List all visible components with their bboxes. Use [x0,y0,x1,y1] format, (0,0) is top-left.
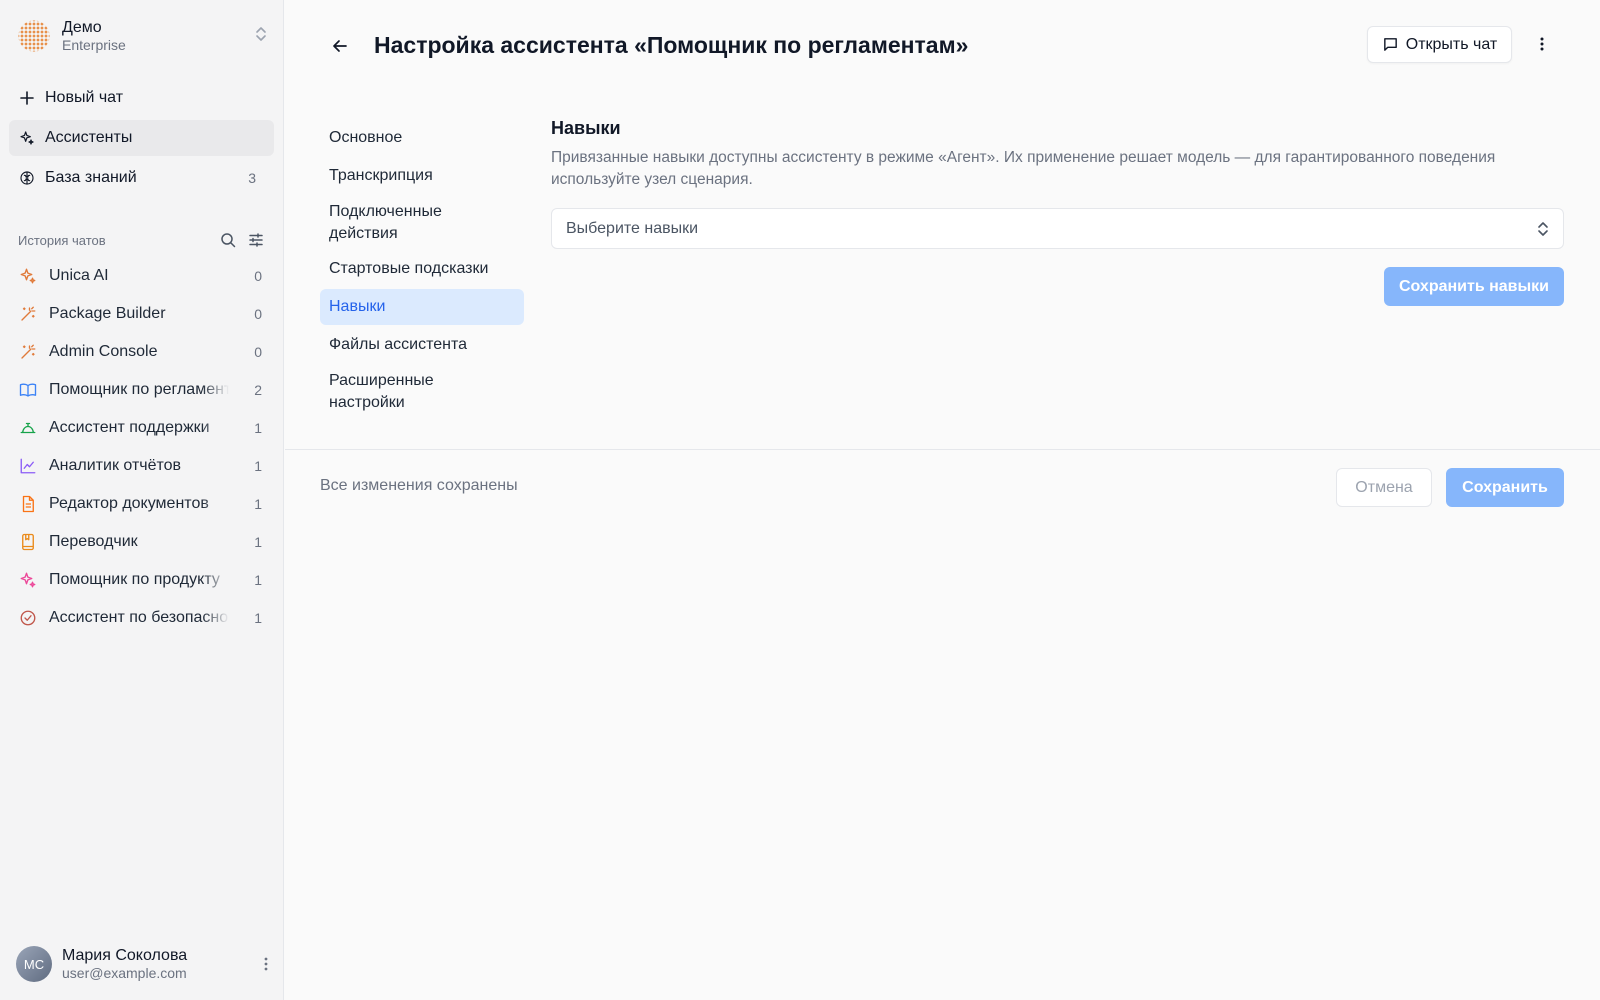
new-chat-label: Новый чат [45,89,124,106]
open-chat-button[interactable]: Открыть чат [1367,26,1512,63]
chevron-updown-icon [1537,221,1549,237]
divider [285,449,1600,450]
sidebar: Демо Enterprise Новый чат Ассистенты Баз… [0,0,284,1000]
knowledge-count: 3 [248,170,256,186]
chat-history-count: 0 [254,268,262,284]
message-square-icon [1382,36,1399,53]
chat-history-count: 2 [254,382,262,398]
brain-icon [19,170,35,186]
file-icon [18,494,38,514]
settings-nav-connected-actions[interactable]: Подключенные действия [320,196,524,250]
more-vertical-icon [1540,36,1544,52]
chat-history-count: 1 [254,610,262,626]
skills-select-placeholder: Выберите навыки [566,219,699,237]
workspace-name: Демо [62,19,102,36]
chat-history-count: 1 [254,572,262,588]
chat-history-count: 0 [254,344,262,360]
search-icon[interactable] [220,232,236,248]
settings-nav-starter-prompts[interactable]: Стартовые подсказки [320,251,524,287]
settings-nav-assistant-files[interactable]: Файлы ассистента [320,327,524,363]
save-button[interactable]: Сохранить [1446,468,1564,507]
chat-history-item[interactable]: Package Builder 0 [18,299,266,329]
chat-history-item[interactable]: Помощник по продукту 1 [18,565,266,595]
sparkle-icon [18,266,38,286]
back-button[interactable] [326,32,354,60]
chat-history-item[interactable]: Аналитик отчётов 1 [18,451,266,481]
chat-history-item[interactable]: Переводчик 1 [18,527,266,557]
new-chat-button[interactable]: Новый чат [9,80,274,116]
page-title: Настройка ассистента «Помощник по реглам… [374,32,969,58]
assistants-label: Ассистенты [45,129,133,146]
settings-nav-main[interactable]: Основное [320,120,524,156]
chat-history-count: 1 [254,496,262,512]
chat-history-item[interactable]: Редактор документов 1 [18,489,266,519]
chat-history-label: Переводчик [49,533,138,550]
workspace-plan: Enterprise [62,37,126,53]
wand-icon [18,342,38,362]
user-profile[interactable]: МС Мария Соколова user@example.com [16,944,268,984]
avatar: МС [16,946,52,982]
chat-history-label: Admin Console [49,343,158,360]
chat-history-label: Аналитик отчётов [49,457,182,474]
chat-history-title: История чатов [18,232,106,248]
sparkle-icon [18,570,38,590]
sidebar-item-assistants[interactable]: Ассистенты [9,120,274,156]
chat-history-count: 1 [254,458,262,474]
book-bookmark-icon [18,532,38,552]
settings-nav-skills[interactable]: Навыки [320,289,524,325]
more-vertical-icon[interactable] [264,956,268,972]
filter-sliders-icon[interactable] [248,232,264,248]
knowledge-label: База знаний [45,169,137,186]
workspace-switcher[interactable]: Демо Enterprise [16,16,268,56]
workspace-logo [16,18,52,54]
save-status: Все изменения сохранены [320,477,518,494]
user-name: Мария Соколова [62,947,188,964]
chat-history-count: 1 [254,420,262,436]
more-options-button[interactable] [1528,30,1556,58]
chat-history-item[interactable]: Помощник по регламентам 2 [18,375,266,405]
chat-history-count: 1 [254,534,262,550]
chat-history-header: История чатов [18,230,264,250]
skills-select[interactable]: Выберите навыки [551,208,1564,249]
save-skills-button[interactable]: Сохранить навыки [1384,267,1564,306]
section-description: Привязанные навыки доступны ассистенту в… [551,149,1496,188]
sparkle-icon [19,130,35,146]
chat-history-label: Unica AI [49,267,109,284]
plus-icon [19,90,35,106]
chat-history-label: Помощник по продукту [49,571,220,588]
chat-history-item[interactable]: Admin Console 0 [18,337,266,367]
settings-nav-transcription[interactable]: Транскрипция [320,158,524,194]
chart-line-icon [18,456,38,476]
chat-history-item[interactable]: Ассистент по безопасности 1 [18,603,266,633]
chat-history-label: Package Builder [49,305,166,322]
chat-history-item[interactable]: Unica AI 0 [18,261,266,291]
chat-history-count: 0 [254,306,262,322]
settings-nav-advanced-settings[interactable]: Расширенные настройки [320,365,524,419]
user-email: user@example.com [62,965,187,981]
arrow-left-icon [331,37,349,55]
check-circle-icon [18,608,38,628]
chevron-updown-icon [254,26,268,47]
chat-history-label: Ассистент по безопасности [49,609,229,626]
chat-history-label: Редактор документов [49,495,209,512]
wand-icon [18,304,38,324]
cancel-button[interactable]: Отмена [1336,468,1432,507]
open-chat-label: Открыть чат [1405,35,1498,53]
chat-history-label: Ассистент поддержки [49,419,210,436]
chat-history-item[interactable]: Ассистент поддержки 1 [18,413,266,443]
book-icon [18,380,38,400]
bell-icon [18,418,38,438]
chat-history-label: Помощник по регламентам [49,381,229,398]
sidebar-item-knowledge-base[interactable]: База знаний 3 [9,160,274,196]
section-title: Навыки [551,118,621,138]
